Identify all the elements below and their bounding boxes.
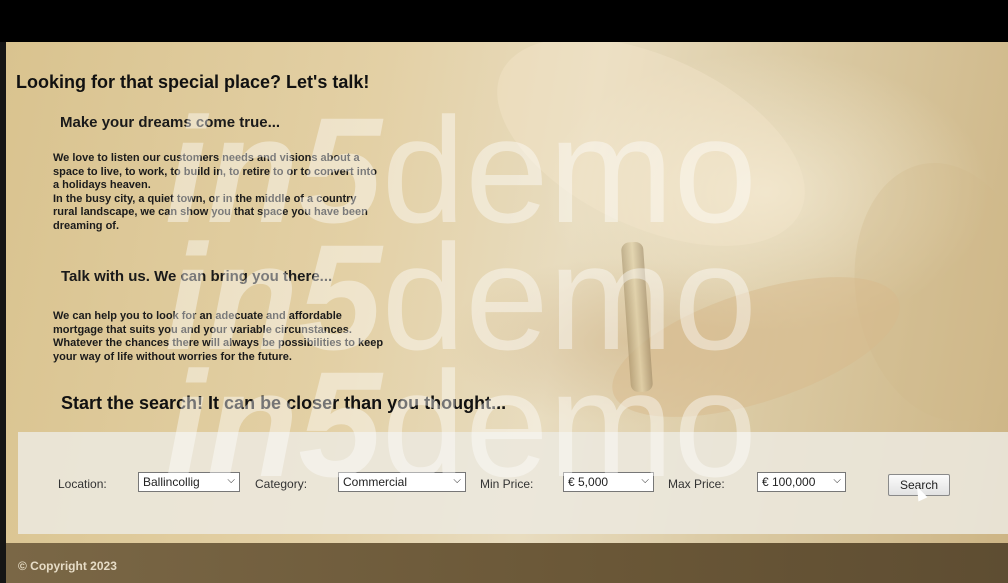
category-select[interactable]: Commercial ⌵	[338, 472, 466, 492]
section1-heading: Make your dreams come true...	[60, 114, 281, 131]
search-call-to-action: Start the search! It can be closer than …	[61, 393, 507, 413]
chevron-down-icon: ⌵	[641, 475, 649, 486]
section1-line: dreaming of.	[53, 219, 120, 232]
footer-bar	[6, 543, 1008, 583]
location-select[interactable]: Ballincollig ⌵	[138, 472, 240, 492]
location-label: Location:	[58, 477, 107, 491]
min-price-select-value: € 5,000	[568, 475, 609, 489]
copyright-text: © Copyright 2023	[18, 559, 117, 573]
section2-line: Whatever the chances there will always b…	[53, 337, 384, 349]
max-price-select-value: € 100,000	[762, 475, 816, 489]
location-select-value: Ballincollig	[143, 475, 200, 489]
section2-line: We can help you to look for an adecuate …	[53, 310, 342, 322]
section1-line: rural landscape, we can show you that sp…	[53, 206, 368, 218]
section1-line: We love to listen our customers needs an…	[53, 152, 360, 164]
chevron-down-icon: ⌵	[227, 475, 235, 486]
section1-line: space to live, to work, to build in, to …	[53, 165, 377, 178]
section1-line: a holidays heaven.	[53, 179, 151, 191]
section1-paragraph: We love to listen our customers needs an…	[53, 152, 377, 233]
chevron-down-icon: ⌵	[453, 475, 461, 486]
category-label: Category:	[255, 477, 308, 491]
min-price-select[interactable]: € 5,000 ⌵	[563, 472, 654, 492]
chevron-down-icon: ⌵	[833, 475, 841, 486]
max-price-select[interactable]: € 100,000 ⌵	[757, 472, 846, 492]
section2-line: mortgage that suits you and your variabl…	[53, 323, 352, 336]
section1-line: In the busy city, a quiet town, or in th…	[53, 192, 357, 205]
background-hand-upper	[465, 42, 837, 289]
section2-paragraph: We can help you to look for an adecuate …	[53, 310, 383, 364]
max-price-label: Max Price:	[668, 477, 725, 491]
section2-heading: Talk with us. We can bring you there...	[61, 268, 333, 285]
top-black-bar	[0, 0, 1008, 42]
min-price-label: Min Price:	[480, 477, 534, 491]
page-title: Looking for that special place? Let's ta…	[16, 72, 370, 92]
section2-line: your way of life without worries for the…	[53, 350, 292, 363]
category-select-value: Commercial	[343, 475, 408, 489]
